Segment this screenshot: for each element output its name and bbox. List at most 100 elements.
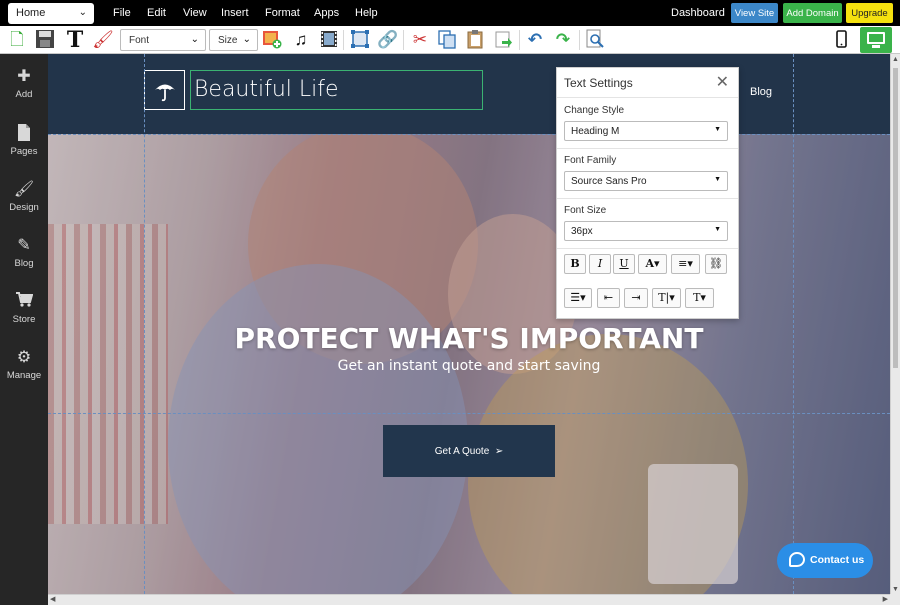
view-site-button[interactable]: View Site (731, 3, 778, 23)
caret-down-icon: ▼ (714, 226, 721, 233)
add-domain-button[interactable]: Add Domain (783, 3, 842, 23)
format-paint-icon[interactable]: 🖌 (92, 29, 114, 51)
plus-icon: ✚ (17, 68, 31, 85)
get-a-quote-button[interactable]: Get A Quote ➢ (383, 425, 555, 477)
page-icon (0, 124, 48, 144)
upgrade-button[interactable]: Upgrade (846, 3, 893, 23)
size-select[interactable]: Size ⌄ (209, 29, 258, 51)
menu-insert[interactable]: Insert (221, 7, 249, 19)
new-page-icon[interactable]: 🗋 (6, 29, 28, 51)
divider (557, 248, 738, 249)
scroll-down-arrow[interactable]: ▼ (892, 586, 899, 593)
align-button[interactable]: ≡▾ (671, 254, 700, 274)
hero-section: PROTECT WHAT'S IMPORTANT Get an instant … (48, 134, 890, 594)
horizontal-scrollbar[interactable]: ◀ ▶ (48, 594, 890, 605)
scroll-left-arrow[interactable]: ◀ (50, 595, 55, 603)
close-icon[interactable]: ✕ (716, 72, 729, 92)
layout-guide (48, 134, 890, 135)
page-selector[interactable]: Home ⌄ (8, 3, 94, 24)
letter-spacing-button[interactable]: T▾ (685, 288, 714, 308)
italic-button[interactable]: I (589, 254, 611, 274)
link-icon[interactable]: 🔗 (377, 29, 399, 51)
site-header: Beautiful Life Blog (48, 54, 890, 134)
font-size-label: Font Size (564, 205, 607, 216)
music-icon[interactable]: ♫ (290, 29, 312, 51)
layout-guide (144, 54, 145, 594)
list-button[interactable]: ☰▾ (564, 288, 592, 308)
cart-icon (0, 292, 48, 312)
change-style-select[interactable]: Heading M ▼ (564, 121, 728, 141)
indent-button[interactable]: ⇥ (624, 288, 648, 308)
chevron-down-icon: ⌄ (242, 34, 251, 45)
site-title-selection[interactable]: Beautiful Life (190, 70, 483, 110)
hero-title[interactable]: PROTECT WHAT'S IMPORTANT (48, 322, 890, 355)
sidebar-item-design[interactable]: 🖌 Design (0, 180, 48, 213)
menu-file[interactable]: File (113, 7, 131, 19)
menu-view[interactable]: View (183, 7, 207, 19)
chat-bubble-icon (789, 552, 805, 567)
undo-icon[interactable]: ↶ (524, 29, 546, 51)
umbrella-icon (155, 84, 175, 102)
link-button[interactable]: ⛓ (705, 254, 727, 274)
sidebar-item-pages[interactable]: Pages (0, 124, 48, 157)
toolbar-divider (343, 30, 344, 50)
divider (557, 198, 738, 199)
paper-plane-icon: ➢ (492, 446, 504, 457)
paste-special-icon[interactable] (492, 29, 514, 51)
logo[interactable] (144, 70, 185, 110)
contact-us-button[interactable]: Contact us (777, 543, 873, 578)
font-family-value: Source Sans Pro (571, 176, 647, 187)
mobile-view-icon[interactable] (830, 29, 852, 51)
sidebar-item-manage[interactable]: ⚙ Manage (0, 348, 48, 381)
font-size-value: 36px (571, 226, 593, 237)
image-icon[interactable] (261, 29, 283, 51)
site-title[interactable]: Beautiful Life (194, 77, 339, 102)
menu-help[interactable]: Help (355, 7, 378, 19)
toolbar-divider (519, 30, 520, 50)
text-color-button[interactable]: A▾ (638, 254, 667, 274)
scrollbar-thumb[interactable] (893, 68, 898, 368)
font-family-select[interactable]: Source Sans Pro ▼ (564, 171, 728, 191)
video-icon[interactable] (318, 29, 340, 51)
brush-icon: 🖌 (13, 181, 35, 198)
sidebar-item-blog[interactable]: ✎ Blog (0, 236, 48, 269)
redo-icon[interactable]: ↷ (552, 29, 574, 51)
underline-button[interactable]: U (613, 254, 635, 274)
desktop-view-button[interactable] (860, 27, 892, 53)
toolbar: 🗋 T 🖌 Font ⌄ Size ⌄ ♫ 🔗 ✂ ↶ ↷ (0, 26, 900, 54)
menu-edit[interactable]: Edit (147, 7, 166, 19)
scroll-up-arrow[interactable]: ▲ (892, 56, 899, 63)
gear-icon: ⚙ (16, 349, 32, 366)
hero-subtitle[interactable]: Get an instant quote and start saving (48, 358, 890, 374)
cut-icon[interactable]: ✂ (409, 29, 431, 51)
page-selector-value: Home (16, 7, 46, 19)
text-icon[interactable]: T (64, 29, 86, 51)
menu-apps[interactable]: Apps (314, 7, 339, 19)
layout-guide (48, 413, 890, 414)
copy-icon[interactable] (436, 29, 458, 51)
nav-link-blog[interactable]: Blog (750, 86, 772, 98)
frame-icon[interactable] (349, 29, 371, 51)
text-settings-panel: Text Settings ✕ Change Style Heading M ▼… (556, 67, 739, 319)
vertical-scrollbar[interactable]: ▲ ▼ (890, 54, 900, 594)
font-family-label: Font Family (564, 155, 617, 166)
menu-format[interactable]: Format (265, 7, 300, 19)
sidebar-item-add[interactable]: ✚ Add (0, 67, 48, 100)
save-icon[interactable] (34, 29, 56, 51)
line-height-button[interactable]: T|▾ (652, 288, 681, 308)
scrollbar-corner (890, 594, 900, 605)
outdent-button[interactable]: ⇤ (597, 288, 620, 308)
contact-us-label: Contact us (810, 554, 865, 566)
paste-icon[interactable] (464, 29, 486, 51)
change-style-label: Change Style (564, 105, 625, 116)
divider (557, 148, 738, 149)
preview-icon[interactable] (584, 29, 606, 51)
sidebar-item-label: Pages (10, 146, 38, 157)
scroll-right-arrow[interactable]: ▶ (883, 595, 888, 603)
sidebar-item-label: Blog (14, 258, 34, 269)
bold-button[interactable]: B (564, 254, 586, 274)
font-select[interactable]: Font ⌄ (120, 29, 206, 51)
sidebar-item-store[interactable]: Store (0, 292, 48, 325)
dashboard-link[interactable]: Dashboard (671, 7, 725, 19)
font-size-select[interactable]: 36px ▼ (564, 221, 728, 241)
